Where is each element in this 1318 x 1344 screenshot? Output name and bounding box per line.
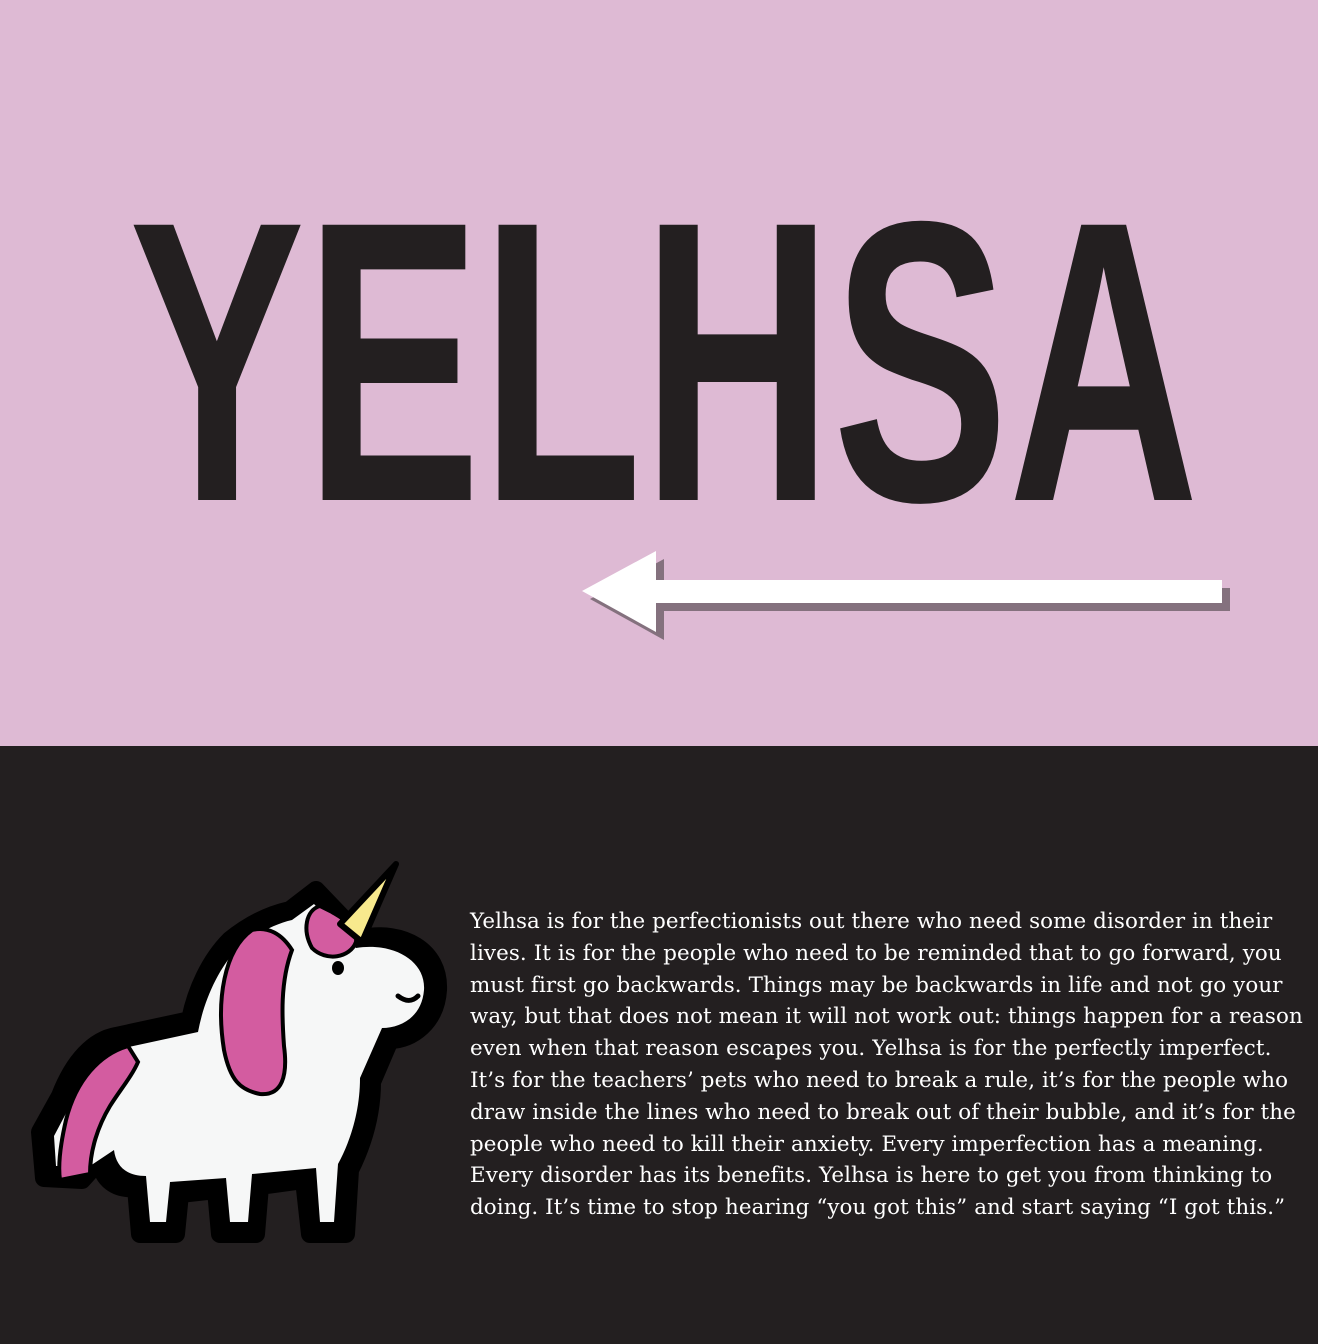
unicorn-icon [31,861,448,1243]
top-banner: YELHSA [0,0,1318,746]
page-title: YELHSA [129,138,1199,585]
left-arrow-icon [582,551,1230,640]
description-text: Yelhsa is for the perfectionists out the… [470,909,1303,1221]
